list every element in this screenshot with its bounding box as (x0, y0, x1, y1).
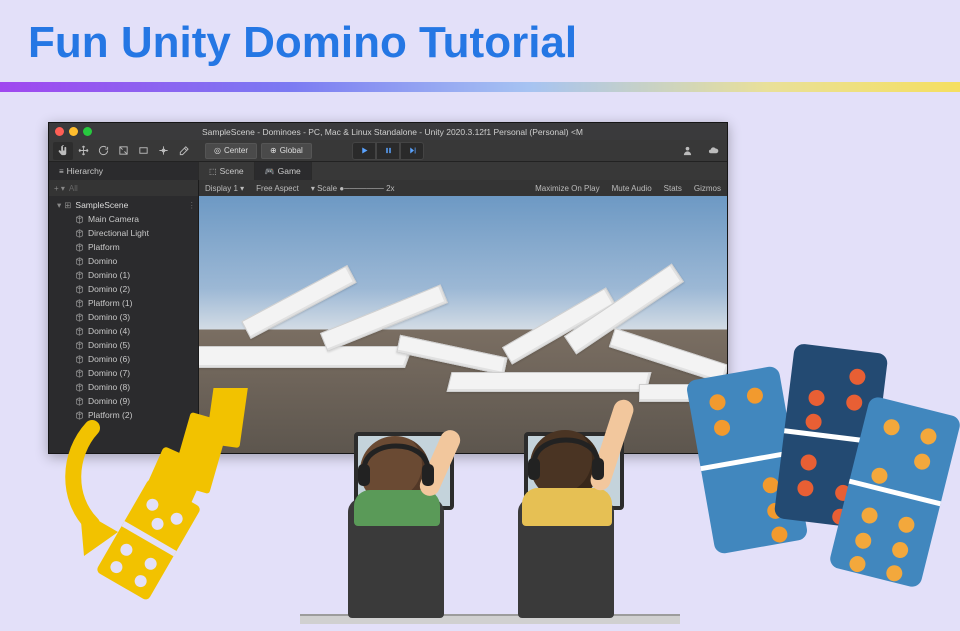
gizmos-toggle[interactable]: Gizmos (694, 184, 721, 193)
scene-name: SampleScene (75, 200, 128, 210)
scene-asset-icon: ⊞ (64, 200, 71, 211)
gameobject-icon (75, 215, 84, 224)
gameobject-icon (75, 355, 84, 364)
scale-tool-icon[interactable] (113, 142, 133, 160)
kids-illustration (300, 370, 680, 630)
hierarchy-icon: ≡ (59, 167, 64, 176)
gameobject-icon (75, 341, 84, 350)
gameobject-icon (75, 243, 84, 252)
hierarchy-item-label: Platform (1) (88, 298, 132, 308)
hierarchy-item-label: Domino (5) (88, 340, 130, 350)
expand-icon[interactable]: ▾ (57, 200, 61, 211)
kid-right-shirt (522, 488, 612, 526)
hierarchy-item-label: Domino (1) (88, 270, 130, 280)
gameobject-icon (75, 327, 84, 336)
handle-rotation-button[interactable]: ⊕ Global (261, 143, 312, 159)
hierarchy-item[interactable]: Directional Light (51, 226, 196, 240)
pause-button[interactable] (376, 142, 400, 160)
hierarchy-item[interactable]: Platform (51, 240, 196, 254)
handle-label: Global (280, 146, 303, 155)
scene-menu-icon[interactable]: ⋮ (188, 200, 197, 211)
headphones-icon (526, 424, 606, 486)
scene-icon: ⬚ (209, 167, 217, 176)
platform-block (199, 346, 413, 368)
game-view-toolbar: Display 1 ▾ Free Aspect ▾ Scale ●───────… (199, 180, 727, 196)
transform-tool-icon[interactable] (153, 142, 173, 160)
hierarchy-item[interactable]: Domino (3) (51, 310, 196, 324)
create-dropdown-icon[interactable]: + ▾ (54, 184, 65, 193)
title-underline (0, 82, 960, 92)
hierarchy-toolbar: + ▾ All (49, 180, 198, 196)
hierarchy-item[interactable]: Main Camera (51, 212, 196, 226)
maximize-on-play-toggle[interactable]: Maximize On Play (535, 184, 599, 193)
account-icon[interactable] (677, 142, 697, 160)
gameobject-icon (75, 313, 84, 322)
tab-hierarchy-label: Hierarchy (67, 166, 103, 176)
yellow-domino-illustration (62, 388, 302, 608)
hierarchy-item-label: Domino (2) (88, 284, 130, 294)
hierarchy-item[interactable]: Domino (7) (51, 366, 196, 380)
hierarchy-item-label: Domino (6) (88, 354, 130, 364)
rect-tool-icon[interactable] (133, 142, 153, 160)
stats-toggle[interactable]: Stats (664, 184, 682, 193)
hierarchy-item-label: Domino (7) (88, 368, 130, 378)
tab-game[interactable]: 🎮Game (255, 162, 312, 180)
unity-main-toolbar: ◎ Center ⊕ Global (49, 140, 727, 162)
gameobject-icon (75, 369, 84, 378)
aspect-dropdown[interactable]: Free Aspect (256, 184, 299, 193)
hand-tool-icon[interactable] (53, 142, 73, 160)
maximize-icon[interactable] (83, 127, 92, 136)
play-controls (352, 142, 424, 160)
hierarchy-item[interactable]: Domino (2) (51, 282, 196, 296)
gameobject-icon (75, 299, 84, 308)
hierarchy-item[interactable]: Domino (51, 254, 196, 268)
pivot-mode-button[interactable]: ◎ Center (205, 143, 257, 159)
hierarchy-item-label: Directional Light (88, 228, 149, 238)
move-tool-icon[interactable] (73, 142, 93, 160)
cloud-icon[interactable] (703, 142, 723, 160)
scale-group: ▾ Scale ●─────── 2x (311, 184, 395, 193)
gameobject-icon (75, 271, 84, 280)
scene-row[interactable]: ▾ ⊞ SampleScene ⋮ (51, 198, 196, 212)
gameobject-icon (75, 285, 84, 294)
gameobject-icon (75, 257, 84, 266)
gameobject-icon (75, 229, 84, 238)
blue-domino-illustration (700, 348, 960, 618)
window-title: SampleScene - Dominoes - PC, Mac & Linux… (202, 127, 583, 137)
minimize-icon[interactable] (69, 127, 78, 136)
hierarchy-search[interactable]: All (69, 184, 193, 193)
display-dropdown[interactable]: Display 1 ▾ (205, 184, 244, 193)
play-button[interactable] (352, 142, 376, 160)
pivot-label: Center (224, 146, 248, 155)
headphones-icon (356, 430, 436, 492)
game-icon: 🎮 (265, 167, 275, 176)
tab-scene-label: Scene (220, 166, 244, 176)
hierarchy-item-label: Platform (88, 242, 120, 252)
tab-scene[interactable]: ⬚Scene (199, 162, 255, 180)
hierarchy-item-label: Domino (88, 256, 117, 266)
hierarchy-item-label: Domino (4) (88, 326, 130, 336)
hierarchy-item[interactable]: Domino (1) (51, 268, 196, 282)
mute-audio-toggle[interactable]: Mute Audio (612, 184, 652, 193)
custom-tool-icon[interactable] (173, 142, 193, 160)
tab-game-label: Game (278, 166, 301, 176)
window-titlebar: SampleScene - Dominoes - PC, Mac & Linux… (49, 123, 727, 140)
close-icon[interactable] (55, 127, 64, 136)
domino-half-top (685, 365, 792, 466)
step-button[interactable] (400, 142, 424, 160)
hierarchy-item[interactable]: Platform (1) (51, 296, 196, 310)
hierarchy-item[interactable]: Domino (5) (51, 338, 196, 352)
rotate-tool-icon[interactable] (93, 142, 113, 160)
page-title: Fun Unity Domino Tutorial (0, 0, 960, 68)
panel-tabs: ≡Hierarchy ⬚Scene 🎮Game (49, 162, 727, 180)
hierarchy-item-label: Domino (3) (88, 312, 130, 322)
hierarchy-item-label: Main Camera (88, 214, 139, 224)
hierarchy-item[interactable]: Domino (6) (51, 352, 196, 366)
tab-hierarchy[interactable]: ≡Hierarchy (49, 162, 199, 180)
hierarchy-item[interactable]: Domino (4) (51, 324, 196, 338)
